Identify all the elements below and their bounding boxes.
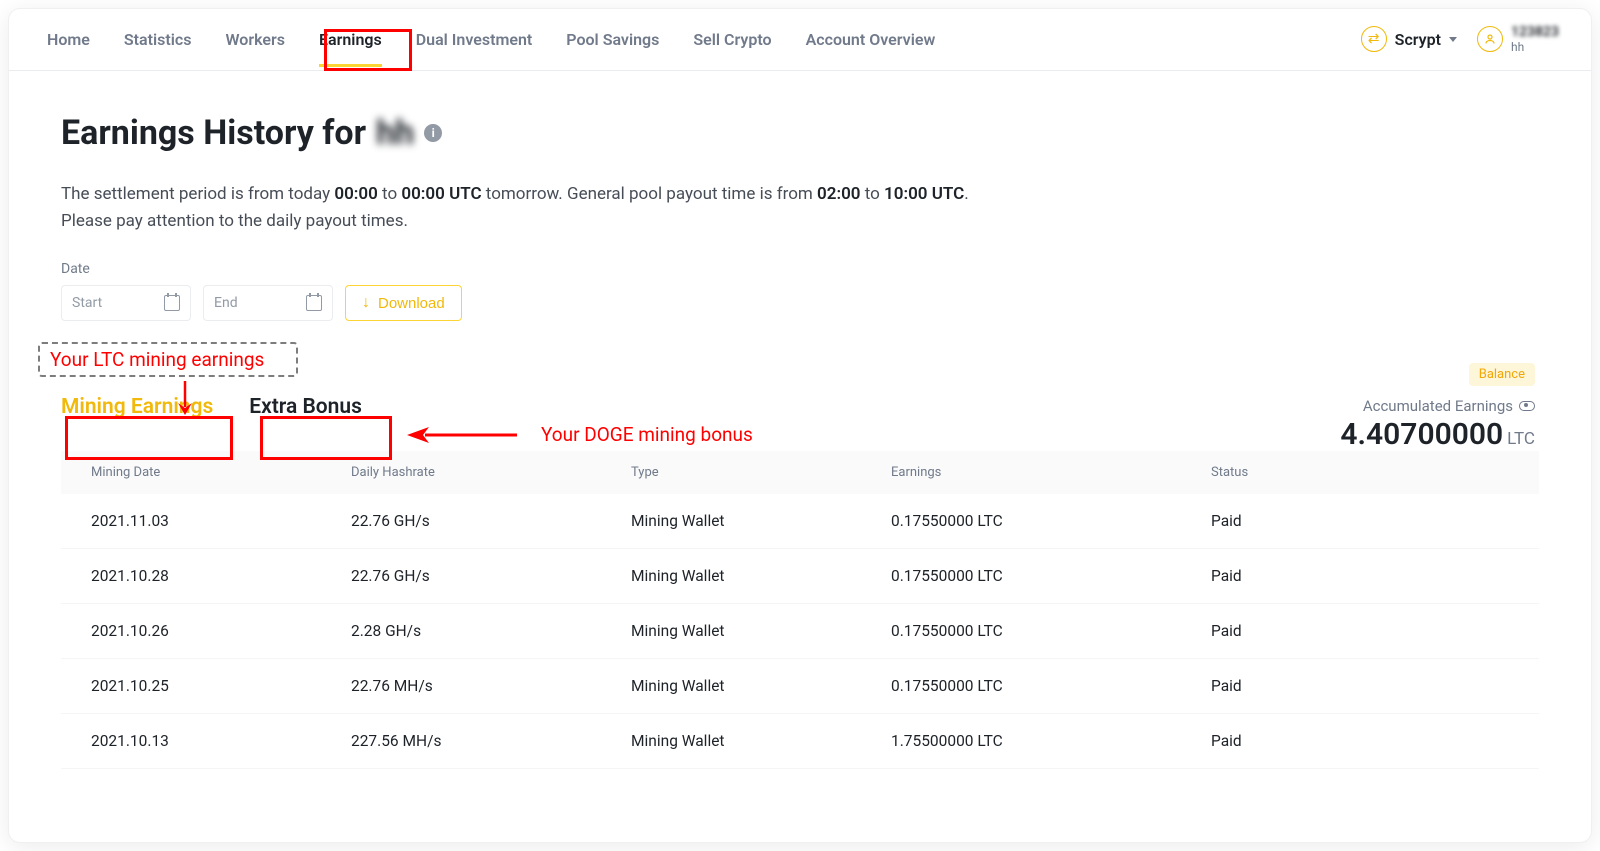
cell-date: 2021.11.03 [91,512,351,530]
date-label: Date [61,261,1539,277]
cell-type: Mining Wallet [631,567,891,585]
table-row[interactable]: 2021.10.13227.56 MH/sMining Wallet1.7550… [61,714,1539,769]
calendar-icon [306,295,322,311]
algo-selector[interactable]: ⇄ Scrypt [1361,26,1457,52]
tab-extra-bonus[interactable]: Extra Bonus [249,389,362,425]
table-row[interactable]: 2021.11.0322.76 GH/sMining Wallet0.17550… [61,494,1539,549]
calendar-icon [164,295,180,311]
cell-date: 2021.10.28 [91,567,351,585]
top-nav: Home Statistics Workers Earnings Dual In… [9,9,1591,71]
nav-pool-savings[interactable]: Pool Savings [566,12,659,67]
algo-label: Scrypt [1395,30,1441,49]
nav-workers[interactable]: Workers [225,12,285,67]
swap-icon: ⇄ [1361,26,1387,52]
col-status: Status [1211,465,1509,480]
page-title-user: hh [376,113,414,153]
accum-label-text: Accumulated Earnings [1363,397,1513,415]
cell-earn: 0.17550000 LTC [891,677,1211,695]
date-start-input[interactable]: Start [61,285,191,321]
cell-status: Paid [1211,512,1509,530]
cell-status: Paid [1211,567,1509,585]
annotation-doge-label: Your DOGE mining bonus [541,423,753,446]
nav-account-overview[interactable]: Account Overview [806,12,936,67]
cell-hash: 22.76 GH/s [351,512,631,530]
download-button[interactable]: ↓ Download [345,285,462,321]
col-daily-hashrate: Daily Hashrate [351,465,631,480]
cell-earn: 0.17550000 LTC [891,567,1211,585]
cell-type: Mining Wallet [631,512,891,530]
cell-date: 2021.10.26 [91,622,351,640]
user-icon [1477,26,1503,52]
cell-status: Paid [1211,622,1509,640]
nav-sell-crypto[interactable]: Sell Crypto [693,12,771,67]
cell-status: Paid [1211,732,1509,750]
col-mining-date: Mining Date [91,465,351,480]
table-row[interactable]: 2021.10.2522.76 MH/sMining Wallet0.17550… [61,659,1539,714]
page-title-prefix: Earnings History for [61,113,366,153]
cell-hash: 22.76 MH/s [351,677,631,695]
cell-earn: 0.17550000 LTC [891,512,1211,530]
nav-earnings[interactable]: Earnings [319,12,382,67]
earnings-table: Mining Date Daily Hashrate Type Earnings… [61,451,1539,769]
date-end-placeholder: End [214,295,238,311]
accumulated-earnings: Accumulated Earnings 4.40700000LTC [1340,397,1535,452]
cell-earn: 1.75500000 LTC [891,732,1211,750]
table-row[interactable]: 2021.10.262.28 GH/sMining Wallet0.175500… [61,604,1539,659]
cell-status: Paid [1211,677,1509,695]
eye-icon[interactable] [1519,401,1535,411]
table-row[interactable]: 2021.10.2822.76 GH/sMining Wallet0.17550… [61,549,1539,604]
cell-hash: 22.76 GH/s [351,567,631,585]
cell-date: 2021.10.13 [91,732,351,750]
cell-type: Mining Wallet [631,732,891,750]
col-type: Type [631,465,891,480]
user-sub: hh [1511,41,1559,54]
chevron-down-icon [1449,37,1457,42]
nav-home[interactable]: Home [47,12,90,67]
cell-hash: 227.56 MH/s [351,732,631,750]
cell-type: Mining Wallet [631,622,891,640]
col-earnings: Earnings [891,465,1211,480]
user-menu[interactable]: 123823 hh [1477,25,1559,54]
cell-date: 2021.10.25 [91,677,351,695]
info-icon[interactable]: i [424,124,442,142]
user-id: 123823 [1511,25,1559,40]
download-icon: ↓ [362,294,370,312]
nav-dual-investment[interactable]: Dual Investment [416,12,533,67]
accum-value: 4.40700000 [1340,417,1503,452]
date-start-placeholder: Start [72,295,102,311]
balance-tag[interactable]: Balance [1469,363,1535,386]
annotation-arrow-down [175,381,195,417]
settlement-description: The settlement period is from today 00:0… [61,181,1141,235]
cell-hash: 2.28 GH/s [351,622,631,640]
table-header: Mining Date Daily Hashrate Type Earnings… [61,451,1539,494]
cell-type: Mining Wallet [631,677,891,695]
accum-currency: LTC [1507,429,1535,449]
page-title: Earnings History for hh i [61,113,1539,153]
date-end-input[interactable]: End [203,285,333,321]
nav-statistics[interactable]: Statistics [124,12,192,67]
annotation-ltc-callout: Your LTC mining earnings [38,342,298,377]
download-label: Download [378,295,445,312]
cell-earn: 0.17550000 LTC [891,622,1211,640]
annotation-doge-arrow: Your DOGE mining bonus [407,423,753,446]
